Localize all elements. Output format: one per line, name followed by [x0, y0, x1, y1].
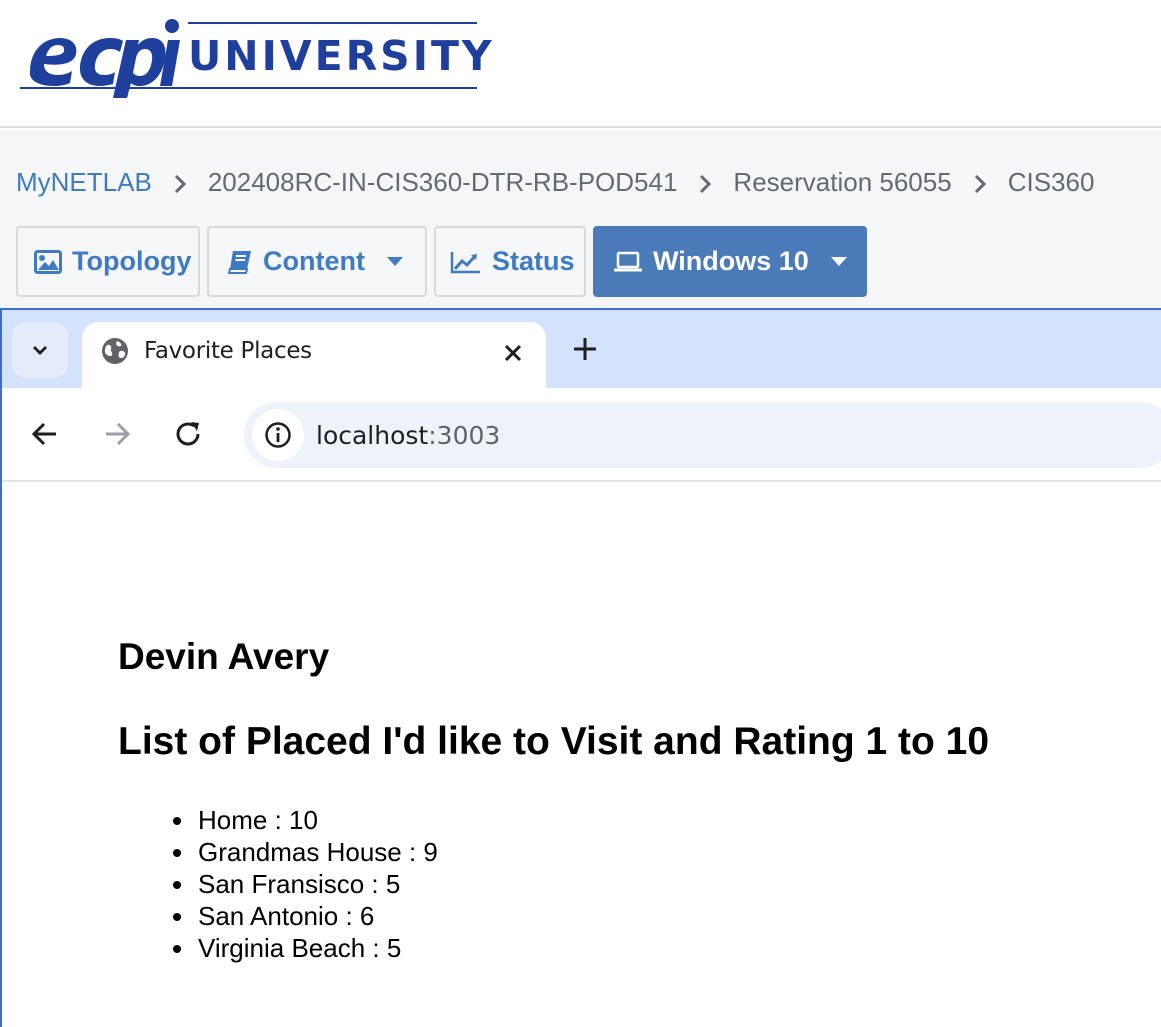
- lab-navigation: MyNETLAB 202408RC-IN-CIS360-DTR-RB-POD54…: [0, 130, 1161, 308]
- breadcrumb-reservation[interactable]: Reservation 56055: [733, 167, 951, 198]
- list-item: San Antonio : 6: [196, 900, 438, 932]
- browser-tab-title: Favorite Places: [144, 338, 312, 364]
- tab-label: Status: [492, 246, 575, 276]
- caret-down-icon: [386, 257, 403, 266]
- book-icon: [227, 249, 253, 275]
- breadcrumb: MyNETLAB 202408RC-IN-CIS360-DTR-RB-POD54…: [16, 166, 1094, 198]
- site-header: UNIVERSITY: [0, 0, 1161, 128]
- url-host: localhost: [316, 421, 429, 450]
- close-icon[interactable]: [498, 338, 528, 368]
- line-chart-icon: [450, 250, 482, 274]
- reload-icon[interactable]: [174, 420, 204, 448]
- browser-toolbar: localhost:3003: [2, 388, 1161, 482]
- tab-windows-10[interactable]: Windows 10: [593, 226, 867, 297]
- new-tab-plus-icon[interactable]: [570, 334, 600, 364]
- list-item: Home : 10: [196, 804, 438, 836]
- globe-icon: [102, 338, 128, 364]
- tab-label: Topology: [72, 246, 192, 276]
- forward-arrow-icon[interactable]: [102, 420, 132, 448]
- tab-content[interactable]: Content: [207, 226, 427, 297]
- breadcrumb-pod[interactable]: 202408RC-IN-CIS360-DTR-RB-POD541: [208, 167, 678, 198]
- page-heading: List of Placed I'd like to Visit and Rat…: [118, 720, 990, 763]
- places-list: Home : 10 Grandmas House : 9 San Fransis…: [196, 804, 438, 964]
- ecpi-university-logo[interactable]: UNIVERSITY: [20, 14, 492, 98]
- list-item: San Fransisco : 5: [196, 868, 438, 900]
- url-port: :3003: [428, 421, 501, 450]
- back-arrow-icon[interactable]: [30, 420, 60, 448]
- url-text: localhost:3003: [316, 421, 500, 450]
- tab-label: Windows 10: [653, 246, 809, 276]
- browser-window: Favorite Places localhost:3003 Devin Ave…: [0, 308, 1161, 1027]
- browser-tab-favorite-places[interactable]: Favorite Places: [82, 322, 546, 390]
- info-icon: [265, 422, 291, 448]
- ecpi-wordmark: [29, 19, 180, 98]
- chevron-right-icon: [152, 167, 208, 198]
- tab-status[interactable]: Status: [434, 226, 586, 297]
- address-bar[interactable]: localhost:3003: [244, 402, 1161, 468]
- chevron-down-icon: [33, 346, 47, 355]
- tab-topology[interactable]: Topology: [16, 226, 200, 297]
- browser-tab-strip: Favorite Places: [2, 310, 1161, 390]
- breadcrumb-mynetlab[interactable]: MyNETLAB: [16, 167, 152, 198]
- chevron-right-icon: [677, 167, 733, 198]
- laptop-icon: [613, 251, 643, 273]
- site-info-button[interactable]: [252, 409, 304, 461]
- tab-label: Content: [263, 246, 365, 276]
- list-item: Grandmas House : 9: [196, 836, 438, 868]
- list-item: Virginia Beach : 5: [196, 932, 438, 964]
- web-page-content: Devin Avery List of Placed I'd like to V…: [2, 482, 1161, 1027]
- logo-rule-top: [188, 22, 477, 24]
- logo-rule-bottom: [20, 87, 477, 89]
- tab-search-button[interactable]: [12, 322, 68, 378]
- logo-university-text: UNIVERSITY: [188, 32, 495, 80]
- image-icon: [34, 249, 62, 274]
- chevron-right-icon: [952, 167, 1008, 198]
- caret-down-icon: [830, 257, 847, 266]
- page-author-name: Devin Avery: [118, 636, 330, 677]
- breadcrumb-course: CIS360: [1007, 166, 1095, 197]
